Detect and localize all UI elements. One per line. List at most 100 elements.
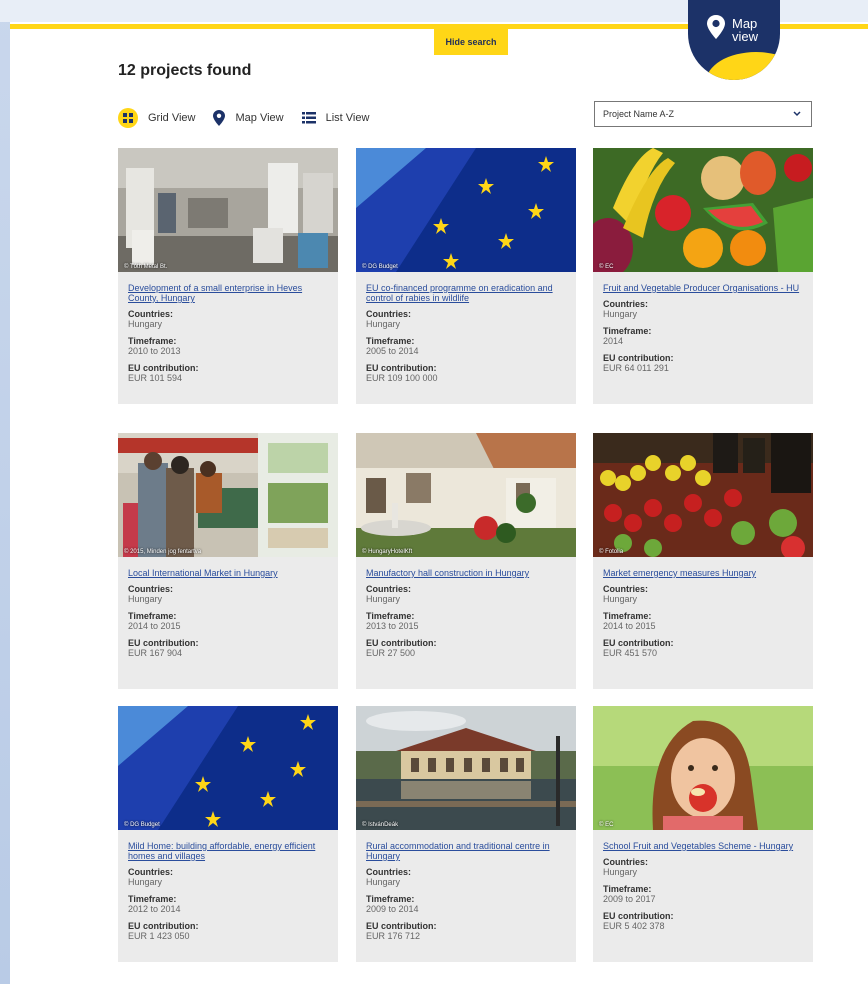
countries-value: Hungary <box>128 877 163 887</box>
timeframe-label: Timeframe: <box>603 884 652 894</box>
project-image-girl-apple[interactable]: © EC <box>593 706 813 830</box>
map-pin-icon <box>707 15 725 39</box>
image-credit: © 2015, Minden jog fentartva <box>124 549 202 555</box>
sort-selected-value: Project Name A-Z <box>603 109 675 119</box>
contribution-value: EUR 176 712 <box>366 931 421 941</box>
contribution-label: EU contribution: <box>366 363 437 373</box>
contribution-label: EU contribution: <box>603 638 674 648</box>
project-card: © EC School Fruit and Vegetables Scheme … <box>593 706 813 962</box>
countries-value: Hungary <box>603 867 638 877</box>
project-title-link[interactable]: Market emergency measures Hungary <box>603 568 803 578</box>
map-marker-icon <box>213 110 226 126</box>
project-image-manor-house[interactable]: © IstvánDeák <box>356 706 576 830</box>
contribution-value: EUR 5 402 378 <box>603 921 665 931</box>
countries-label: Countries: <box>128 867 173 877</box>
card-body: Rural accommodation and traditional cent… <box>366 841 566 948</box>
project-title-link[interactable]: Fruit and Vegetable Producer Organisatio… <box>603 283 803 293</box>
countries-value: Hungary <box>366 877 401 887</box>
project-card: © HungaryHotelKft Manufactory hall const… <box>356 433 576 689</box>
card-body: Fruit and Vegetable Producer Organisatio… <box>603 283 803 380</box>
project-title-link[interactable]: EU co-financed programme on eradication … <box>366 283 566 303</box>
timeframe-value: 2013 to 2015 <box>366 621 419 631</box>
project-image-market[interactable]: © 2015, Minden jog fentartva <box>118 433 338 557</box>
map-view-label: Map view <box>732 17 758 43</box>
contribution-value: EUR 109 100 000 <box>366 373 438 383</box>
project-image-courtyard[interactable]: © HungaryHotelKft <box>356 433 576 557</box>
timeframe-value: 2005 to 2014 <box>366 346 419 356</box>
project-image-fruit[interactable]: © EC <box>593 148 813 272</box>
project-image-workshop[interactable]: © Tóth Metal Bt. <box>118 148 338 272</box>
image-credit: © EC <box>599 264 614 270</box>
image-credit: © EC <box>599 822 614 828</box>
countries-label: Countries: <box>128 584 173 594</box>
contribution-label: EU contribution: <box>128 363 199 373</box>
timeframe-value: 2014 <box>603 336 624 346</box>
project-card: © DG Budget Mild Home: building affordab… <box>118 706 338 962</box>
image-credit: © DG Budget <box>124 822 160 828</box>
project-title-link[interactable]: Mild Home: building affordable, energy e… <box>128 841 328 861</box>
countries-value: Hungary <box>128 319 163 329</box>
card-body: School Fruit and Vegetables Scheme - Hun… <box>603 841 803 938</box>
card-body: Development of a small enterprise in Hev… <box>128 283 328 390</box>
card-body: EU co-financed programme on eradication … <box>366 283 566 390</box>
results-count: 12 projects found <box>118 62 252 79</box>
contribution-value: EUR 1 423 050 <box>128 931 190 941</box>
map-bubble-wave <box>706 52 780 80</box>
contribution-label: EU contribution: <box>603 353 674 363</box>
project-title-link[interactable]: Local International Market in Hungary <box>128 568 328 578</box>
card-body: Local International Market in Hungary Co… <box>128 568 328 665</box>
countries-value: Hungary <box>603 594 638 604</box>
timeframe-value: 2010 to 2013 <box>128 346 181 356</box>
timeframe-label: Timeframe: <box>366 894 415 904</box>
map-view-label-link: Map View <box>235 112 284 124</box>
countries-label: Countries: <box>128 309 173 319</box>
timeframe-value: 2012 to 2014 <box>128 904 181 914</box>
project-title-link[interactable]: Manufactory hall construction in Hungary <box>366 568 566 578</box>
countries-label: Countries: <box>366 309 411 319</box>
project-title-link[interactable]: Rural accommodation and traditional cent… <box>366 841 566 861</box>
contribution-value: EUR 64 011 291 <box>603 363 669 373</box>
timeframe-label: Timeframe: <box>366 336 415 346</box>
contribution-value: EUR 101 594 <box>128 373 183 383</box>
countries-value: Hungary <box>128 594 163 604</box>
contribution-label: EU contribution: <box>366 638 437 648</box>
hide-search-button[interactable]: Hide search <box>434 29 508 55</box>
timeframe-value: 2009 to 2014 <box>366 904 419 914</box>
project-card: © Tóth Metal Bt. Development of a small … <box>118 148 338 404</box>
project-card: © 2015, Minden jog fentartva Local Inter… <box>118 433 338 689</box>
countries-value: Hungary <box>366 319 401 329</box>
contribution-label: EU contribution: <box>366 921 437 931</box>
timeframe-label: Timeframe: <box>128 894 177 904</box>
project-title-link[interactable]: Development of a small enterprise in Hev… <box>128 283 328 303</box>
map-view-label-line2: view <box>732 29 759 44</box>
timeframe-value: 2009 to 2017 <box>603 894 656 904</box>
list-icon <box>301 112 316 124</box>
countries-value: Hungary <box>603 309 638 319</box>
chevron-down-icon <box>793 111 801 117</box>
sort-select[interactable]: Project Name A-Z <box>594 101 812 127</box>
timeframe-label: Timeframe: <box>603 326 652 336</box>
card-body: Mild Home: building affordable, energy e… <box>128 841 328 948</box>
project-image-eu-flag[interactable]: © DG Budget <box>118 706 338 830</box>
countries-label: Countries: <box>603 857 648 867</box>
image-credit: © Fotolia <box>599 549 624 555</box>
timeframe-label: Timeframe: <box>128 611 177 621</box>
grid-view-toggle[interactable]: Grid View <box>118 108 195 128</box>
project-card: © Fotolia Market emergency measures Hung… <box>593 433 813 689</box>
timeframe-label: Timeframe: <box>128 336 177 346</box>
project-image-eu-flag[interactable]: © DG Budget <box>356 148 576 272</box>
map-view-link[interactable]: Map View <box>213 110 284 126</box>
image-credit: © HungaryHotelKft <box>362 549 413 555</box>
card-body: Market emergency measures Hungary Countr… <box>603 568 803 665</box>
project-card: © IstvánDeák Rural accommodation and tra… <box>356 706 576 962</box>
countries-label: Countries: <box>366 867 411 877</box>
contribution-value: EUR 167 904 <box>128 648 183 658</box>
project-image-market-stall[interactable]: © Fotolia <box>593 433 813 557</box>
timeframe-label: Timeframe: <box>366 611 415 621</box>
project-card: © EC Fruit and Vegetable Producer Organi… <box>593 148 813 404</box>
list-view-link[interactable]: List View <box>301 112 370 124</box>
list-view-label: List View <box>325 112 370 124</box>
countries-label: Countries: <box>603 299 648 309</box>
project-title-link[interactable]: School Fruit and Vegetables Scheme - Hun… <box>603 841 803 851</box>
countries-value: Hungary <box>366 594 401 604</box>
